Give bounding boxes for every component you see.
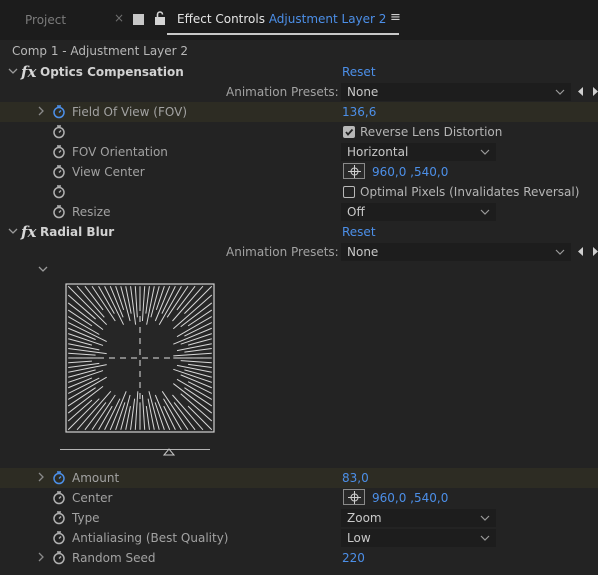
antialiasing-value: Low xyxy=(347,531,371,545)
property-row-reverse-lens: Reverse Lens Distortion xyxy=(0,122,598,142)
antialiasing-label: Antialiasing (Best Quality) xyxy=(72,531,229,545)
reset-button[interactable]: Reset xyxy=(342,225,376,239)
close-tab-icon[interactable]: × xyxy=(114,11,124,25)
stopwatch-icon[interactable] xyxy=(52,104,66,119)
chevron-down-icon xyxy=(480,209,490,215)
stopwatch-icon[interactable] xyxy=(52,124,66,139)
type-label: Type xyxy=(72,511,100,525)
animation-presets-value: None xyxy=(347,85,379,99)
animation-presets-row: Animation Presets: None xyxy=(0,82,598,102)
resize-dropdown[interactable]: Off xyxy=(341,203,496,221)
panel-menu-icon[interactable]: ≡ xyxy=(390,10,401,25)
resize-label: Resize xyxy=(72,205,111,219)
property-row-center: Center 960,0 ,540,0 xyxy=(0,488,598,508)
chevron-down-icon xyxy=(480,515,490,521)
animation-presets-value: None xyxy=(347,245,379,259)
animation-presets-dropdown[interactable]: None xyxy=(341,83,571,101)
chevron-down-icon[interactable] xyxy=(8,226,18,236)
effect-header-optics-compensation[interactable]: fx Optics Compensation Reset xyxy=(0,62,598,82)
active-tab-indicator xyxy=(167,33,399,35)
animation-presets-label: Animation Presets: xyxy=(226,85,339,99)
property-row-resize: Resize Off xyxy=(0,202,598,222)
crosshair-icon xyxy=(348,165,361,178)
stopwatch-icon[interactable] xyxy=(52,144,66,159)
view-center-label: View Center xyxy=(72,165,145,179)
fov-value[interactable]: 136,6 xyxy=(342,105,376,119)
reverse-lens-label: Reverse Lens Distortion xyxy=(360,125,503,139)
fx-icon[interactable]: fx xyxy=(21,223,36,241)
panel-tab-bar: Project × Effect Controls Adjustment Lay… xyxy=(0,0,598,40)
crosshair-icon xyxy=(348,491,361,504)
effect-header-radial-blur[interactable]: fx Radial Blur Reset xyxy=(0,222,598,242)
stopwatch-icon[interactable] xyxy=(52,184,66,199)
chevron-down-icon xyxy=(480,149,490,155)
fov-orientation-value: Horizontal xyxy=(347,145,409,159)
view-center-value[interactable]: 960,0 ,540,0 xyxy=(372,165,448,179)
effect-name: Radial Blur xyxy=(40,225,115,239)
effect-name: Optics Compensation xyxy=(40,65,184,79)
radial-blur-center-preview[interactable] xyxy=(64,282,216,437)
stopwatch-icon[interactable] xyxy=(52,530,66,545)
tab-layer-name: Adjustment Layer 2 xyxy=(268,12,387,26)
fov-orientation-dropdown[interactable]: Horizontal xyxy=(341,143,496,161)
chevron-right-icon[interactable] xyxy=(36,106,46,116)
stopwatch-icon[interactable] xyxy=(52,550,66,565)
center-label: Center xyxy=(72,491,113,505)
type-value: Zoom xyxy=(347,511,382,525)
property-row-random-seed: Random Seed 220 xyxy=(0,548,598,568)
chevron-down-icon[interactable] xyxy=(38,264,48,274)
chevron-down-icon xyxy=(555,249,565,255)
panel-color-swatch-icon xyxy=(133,14,144,25)
amount-label: Amount xyxy=(72,471,120,485)
property-row-view-center: View Center 960,0 ,540,0 xyxy=(0,162,598,182)
fov-label: Field Of View (FOV) xyxy=(72,105,187,119)
antialiasing-dropdown[interactable]: Low xyxy=(341,529,496,547)
stopwatch-icon[interactable] xyxy=(52,490,66,505)
stopwatch-icon[interactable] xyxy=(52,204,66,219)
chevron-right-icon[interactable] xyxy=(36,472,46,482)
chevron-right-icon[interactable] xyxy=(36,552,46,562)
breadcrumb: Comp 1 - Adjustment Layer 2 xyxy=(12,44,189,58)
checkmark-icon xyxy=(345,128,354,136)
amount-value[interactable]: 83,0 xyxy=(342,471,369,485)
point-control-icon[interactable] xyxy=(343,163,365,179)
reset-button[interactable]: Reset xyxy=(342,65,376,79)
random-seed-value[interactable]: 220 xyxy=(342,551,365,565)
tab-effect-controls[interactable]: Effect Controls Adjustment Layer 2 xyxy=(177,12,386,26)
nav-right-icon[interactable] xyxy=(592,246,598,257)
fx-icon[interactable]: fx xyxy=(21,63,36,81)
property-row-type: Type Zoom xyxy=(0,508,598,528)
property-row-amount: Amount 83,0 xyxy=(0,468,598,488)
center-marker-icon[interactable] xyxy=(163,448,175,456)
center-value[interactable]: 960,0 ,540,0 xyxy=(372,491,448,505)
nav-left-icon[interactable] xyxy=(576,246,586,257)
tab-effect-controls-label: Effect Controls xyxy=(177,12,265,26)
optimal-pixels-checkbox[interactable] xyxy=(343,186,355,198)
nav-right-icon[interactable] xyxy=(592,86,598,97)
animation-presets-dropdown[interactable]: None xyxy=(341,243,571,261)
optimal-pixels-label: Optimal Pixels (Invalidates Reversal) xyxy=(360,185,580,199)
property-row-fov-orientation: FOV Orientation Horizontal xyxy=(0,142,598,162)
animation-presets-label: Animation Presets: xyxy=(226,245,339,259)
stopwatch-icon[interactable] xyxy=(52,510,66,525)
random-seed-label: Random Seed xyxy=(72,551,156,565)
stopwatch-icon[interactable] xyxy=(52,470,66,485)
nav-left-icon[interactable] xyxy=(576,86,586,97)
resize-value: Off xyxy=(347,205,365,219)
tab-project[interactable]: Project xyxy=(25,13,66,27)
property-row-optimal-pixels: Optimal Pixels (Invalidates Reversal) xyxy=(0,182,598,202)
type-dropdown[interactable]: Zoom xyxy=(341,509,496,527)
preview-baseline xyxy=(60,449,210,450)
property-row-fov: Field Of View (FOV) 136,6 xyxy=(0,102,598,122)
fov-orientation-label: FOV Orientation xyxy=(72,145,168,159)
chevron-down-icon[interactable] xyxy=(8,66,18,76)
chevron-down-icon xyxy=(480,535,490,541)
animation-presets-row: Animation Presets: None xyxy=(0,242,598,262)
reverse-lens-checkbox[interactable] xyxy=(343,126,355,138)
lock-icon[interactable] xyxy=(153,11,167,25)
stopwatch-icon[interactable] xyxy=(52,164,66,179)
property-row-antialiasing: Antialiasing (Best Quality) Low xyxy=(0,528,598,548)
point-control-icon[interactable] xyxy=(343,489,365,505)
chevron-down-icon xyxy=(555,89,565,95)
